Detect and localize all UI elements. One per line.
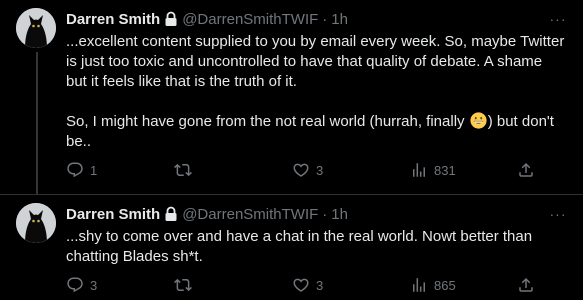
share-icon <box>519 277 533 292</box>
analytics-icon <box>413 278 425 292</box>
heart-icon <box>293 163 309 177</box>
views-button[interactable]: 831 <box>410 160 456 180</box>
like-count: 3 <box>316 277 324 293</box>
tweet-text: ...shy to come over and have a chat in t… <box>66 227 566 267</box>
retweet-button[interactable] <box>174 275 198 295</box>
share-icon <box>519 162 533 177</box>
like-button[interactable]: 3 <box>292 160 323 180</box>
timestamp[interactable]: 1h <box>331 206 348 223</box>
share-button[interactable] <box>517 275 535 295</box>
tweet[interactable]: Darren Smith @DarrenSmithTWIF · 1h ··· .… <box>0 0 583 195</box>
tweet-paragraph: ...shy to come over and have a chat in t… <box>66 228 533 265</box>
avatar[interactable] <box>16 8 56 48</box>
view-count: 831 <box>434 162 456 178</box>
user-handle[interactable]: @DarrenSmithTWIF <box>182 11 318 28</box>
tweet-text-segment: So, I might have gone from the not real … <box>66 113 469 130</box>
tweet-actions: 1 3 831 <box>66 160 571 180</box>
display-name[interactable]: Darren Smith <box>66 206 160 223</box>
avatar[interactable] <box>16 203 56 243</box>
lock-icon <box>165 206 177 221</box>
tweet[interactable]: Darren Smith @DarrenSmithTWIF · 1h ··· .… <box>0 195 583 300</box>
grinning-face-emoji-icon <box>470 112 487 129</box>
timestamp[interactable]: 1h <box>331 11 348 28</box>
view-count: 865 <box>434 277 456 293</box>
tweet-header: Darren Smith @DarrenSmithTWIF · 1h <box>66 204 348 224</box>
lock-icon <box>165 11 177 26</box>
retweet-icon <box>174 163 192 177</box>
reply-count: 3 <box>90 277 98 293</box>
separator-dot: · <box>322 10 328 28</box>
user-handle[interactable]: @DarrenSmithTWIF <box>182 206 318 223</box>
more-options-icon[interactable]: ··· <box>549 10 567 28</box>
reply-icon <box>67 277 83 293</box>
reply-button[interactable]: 3 <box>66 275 97 295</box>
like-button[interactable]: 3 <box>292 275 323 295</box>
display-name[interactable]: Darren Smith <box>66 11 160 28</box>
reply-count: 1 <box>90 162 98 178</box>
retweet-button[interactable] <box>174 160 198 180</box>
tweet-paragraph: ...excellent content supplied to you by … <box>66 33 565 90</box>
tweet-text: ...excellent content supplied to you by … <box>66 32 566 152</box>
tweet-paragraph: So, I might have gone from the not real … <box>66 112 566 152</box>
reply-button[interactable]: 1 <box>66 160 97 180</box>
share-button[interactable] <box>517 160 535 180</box>
like-count: 3 <box>316 162 324 178</box>
reply-icon <box>67 162 83 178</box>
analytics-icon <box>413 163 425 177</box>
tweet-actions: 3 3 865 <box>66 275 571 295</box>
more-options-icon[interactable]: ··· <box>549 205 567 223</box>
views-button[interactable]: 865 <box>410 275 456 295</box>
retweet-icon <box>174 278 192 292</box>
separator-dot: · <box>322 205 328 223</box>
heart-icon <box>293 278 309 292</box>
tweet-header: Darren Smith @DarrenSmithTWIF · 1h <box>66 9 348 29</box>
